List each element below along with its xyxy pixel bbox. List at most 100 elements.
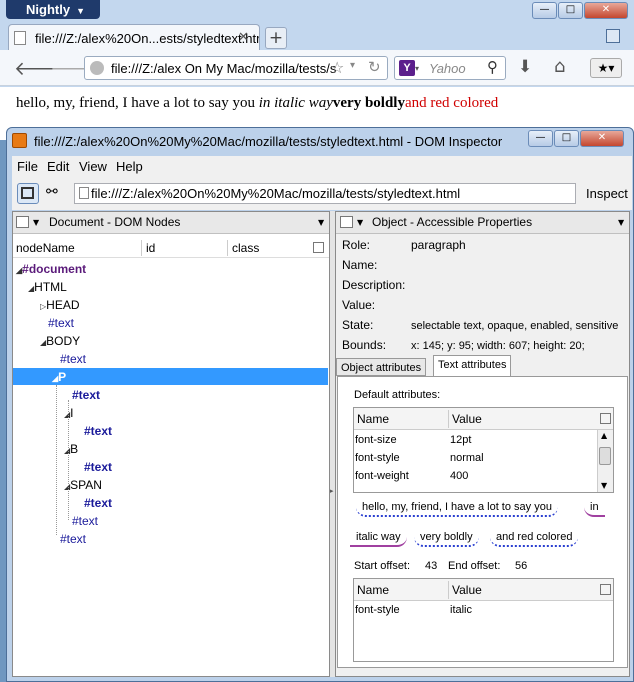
column-id[interactable]: id: [146, 241, 155, 255]
node-label: HTML: [34, 280, 67, 294]
tree-node-document[interactable]: ◢#document: [16, 262, 86, 276]
panel-menu-icon[interactable]: [16, 216, 29, 228]
chevron-down-icon[interactable]: ▼: [357, 218, 363, 227]
inspector-maximize-button[interactable]: □: [554, 130, 579, 147]
content-italic: in italic way: [258, 95, 333, 111]
tree-node-text[interactable]: #text: [72, 514, 98, 528]
tree-node-b[interactable]: ◢B: [64, 442, 78, 456]
tree-node-html[interactable]: ◢HTML: [28, 280, 67, 294]
bookmark-star-icon[interactable]: ☆: [330, 58, 344, 77]
column-picker-icon[interactable]: [600, 584, 611, 595]
new-tab-button[interactable]: +: [265, 27, 287, 49]
menu-file[interactable]: File: [17, 159, 38, 174]
text-segment-selected[interactable]: italic way: [350, 531, 407, 547]
close-button[interactable]: ✕: [584, 2, 628, 19]
node-label: BODY: [46, 334, 81, 348]
content-bold: very boldly: [332, 95, 405, 111]
default-attributes-header: [354, 408, 613, 430]
column-class[interactable]: class: [232, 241, 259, 255]
find-node-icon[interactable]: ⚯: [46, 184, 58, 200]
inspect-element-icon[interactable]: [17, 183, 39, 204]
menu-view[interactable]: View: [79, 159, 107, 174]
default-attr-value: 400: [450, 470, 469, 482]
reload-icon[interactable]: ↻: [368, 58, 381, 76]
right-panel-header[interactable]: Object - Accessible Properties: [336, 212, 629, 234]
node-label: P: [58, 370, 67, 384]
chevron-down-icon[interactable]: ▼: [618, 218, 624, 227]
menu-edit[interactable]: Edit: [47, 159, 69, 174]
tab-text-attributes[interactable]: Text attributes: [433, 355, 512, 377]
left-panel-header[interactable]: Document - DOM Nodes: [13, 212, 329, 234]
chevron-down-icon[interactable]: ▾: [415, 64, 419, 73]
home-icon[interactable]: ⌂: [554, 56, 565, 77]
minimize-button[interactable]: —: [532, 2, 557, 19]
tab-title: file:///Z:/alex%20On...ests/styledtext.h…: [35, 31, 260, 46]
default-col-name[interactable]: Name: [357, 412, 389, 426]
menu-help[interactable]: Help: [116, 159, 143, 174]
prop-value-bounds: x: 145; y: 95; width: 607; height: 20;: [411, 340, 585, 352]
column-picker-icon[interactable]: [600, 413, 611, 424]
inspect-button[interactable]: Inspect: [586, 186, 628, 201]
tab-groups-icon[interactable]: [606, 29, 620, 43]
inspector-url-input[interactable]: file:///Z:/alex%20On%20My%20Mac/mozilla/…: [74, 183, 576, 204]
default-attr-value: normal: [450, 452, 484, 464]
prop-label-description: Description:: [342, 278, 406, 292]
default-attr-name: font-weight: [355, 470, 409, 482]
maximize-button[interactable]: □: [558, 2, 583, 19]
node-label: #document: [22, 262, 87, 276]
attr-name: font-style: [355, 604, 400, 616]
tree-node-text[interactable]: #text: [60, 352, 86, 366]
yahoo-logo-icon[interactable]: Y: [399, 60, 415, 76]
bookmarks-menu-icon[interactable]: ★▾: [590, 58, 622, 78]
chevron-down-icon[interactable]: ▼: [33, 218, 39, 227]
tree-node-text[interactable]: #text: [72, 388, 100, 402]
column-divider: [141, 240, 142, 256]
forward-icon[interactable]: 🡒: [50, 57, 101, 80]
page-icon: [14, 31, 26, 45]
browser-tab[interactable]: file:///Z:/alex%20On...ests/styledtext.h…: [8, 24, 260, 51]
default-col-value[interactable]: Value: [452, 412, 482, 426]
search-icon[interactable]: ⚲: [487, 58, 498, 76]
tree-node-head[interactable]: ▷HEAD: [40, 298, 80, 312]
back-icon[interactable]: 🡐: [14, 57, 65, 80]
prop-value-role: paragraph: [411, 238, 466, 252]
tree-node-text[interactable]: #text: [84, 496, 112, 510]
scrollbar-thumb[interactable]: [599, 447, 611, 465]
tree-node-text[interactable]: #text: [48, 316, 74, 330]
attr-col-name[interactable]: Name: [357, 583, 389, 597]
text-segment-selected[interactable]: in: [584, 501, 605, 517]
column-nodename[interactable]: nodeName: [16, 241, 75, 255]
splitter-grip-icon[interactable]: ▸: [330, 487, 334, 495]
scroll-up-icon[interactable]: ▲: [601, 431, 607, 440]
prop-label-value: Value:: [342, 298, 376, 312]
tree-node-text[interactable]: #text: [60, 532, 86, 546]
close-tab-icon[interactable]: ✕: [238, 30, 249, 45]
tree-node-body[interactable]: ◢BODY: [40, 334, 80, 348]
url-text: file:///Z:/alex On My Mac/mozilla/tests/…: [111, 61, 337, 76]
site-identity-icon[interactable]: [90, 61, 104, 75]
panel-menu-icon[interactable]: [340, 216, 353, 228]
scroll-down-icon[interactable]: ▼: [601, 481, 607, 490]
chevron-down-icon: ▼: [76, 6, 85, 16]
inspector-close-button[interactable]: ✕: [580, 130, 624, 147]
tree-node-span[interactable]: ◢SPAN: [64, 478, 102, 492]
default-attr-name: font-style: [355, 452, 400, 464]
text-segment[interactable]: very boldly: [414, 531, 479, 547]
inspector-minimize-button[interactable]: —: [528, 130, 553, 147]
right-panel-title: Object - Accessible Properties: [372, 215, 533, 229]
tree-node-text[interactable]: #text: [84, 424, 112, 438]
tree-node-text[interactable]: #text: [84, 460, 112, 474]
inspector-title: file:///Z:/alex%20On%20My%20Mac/mozilla/…: [34, 134, 503, 149]
text-segment[interactable]: hello, my, friend, I have a lot to say y…: [356, 501, 558, 517]
tree-node-p[interactable]: ◢P: [52, 370, 66, 384]
download-icon[interactable]: ⬇: [518, 57, 532, 77]
app-menu-button[interactable]: Nightly ▼: [6, 0, 100, 19]
tree-guide-line: [68, 400, 69, 520]
dropdown-arrow-icon[interactable]: ▾: [350, 60, 355, 71]
node-label: HEAD: [46, 298, 80, 312]
text-segment[interactable]: and red colored: [490, 531, 579, 547]
attr-col-value[interactable]: Value: [452, 583, 482, 597]
tab-object-attributes[interactable]: Object attributes: [336, 358, 427, 376]
chevron-down-icon[interactable]: ▼: [318, 218, 324, 227]
column-picker-icon[interactable]: [313, 242, 324, 253]
